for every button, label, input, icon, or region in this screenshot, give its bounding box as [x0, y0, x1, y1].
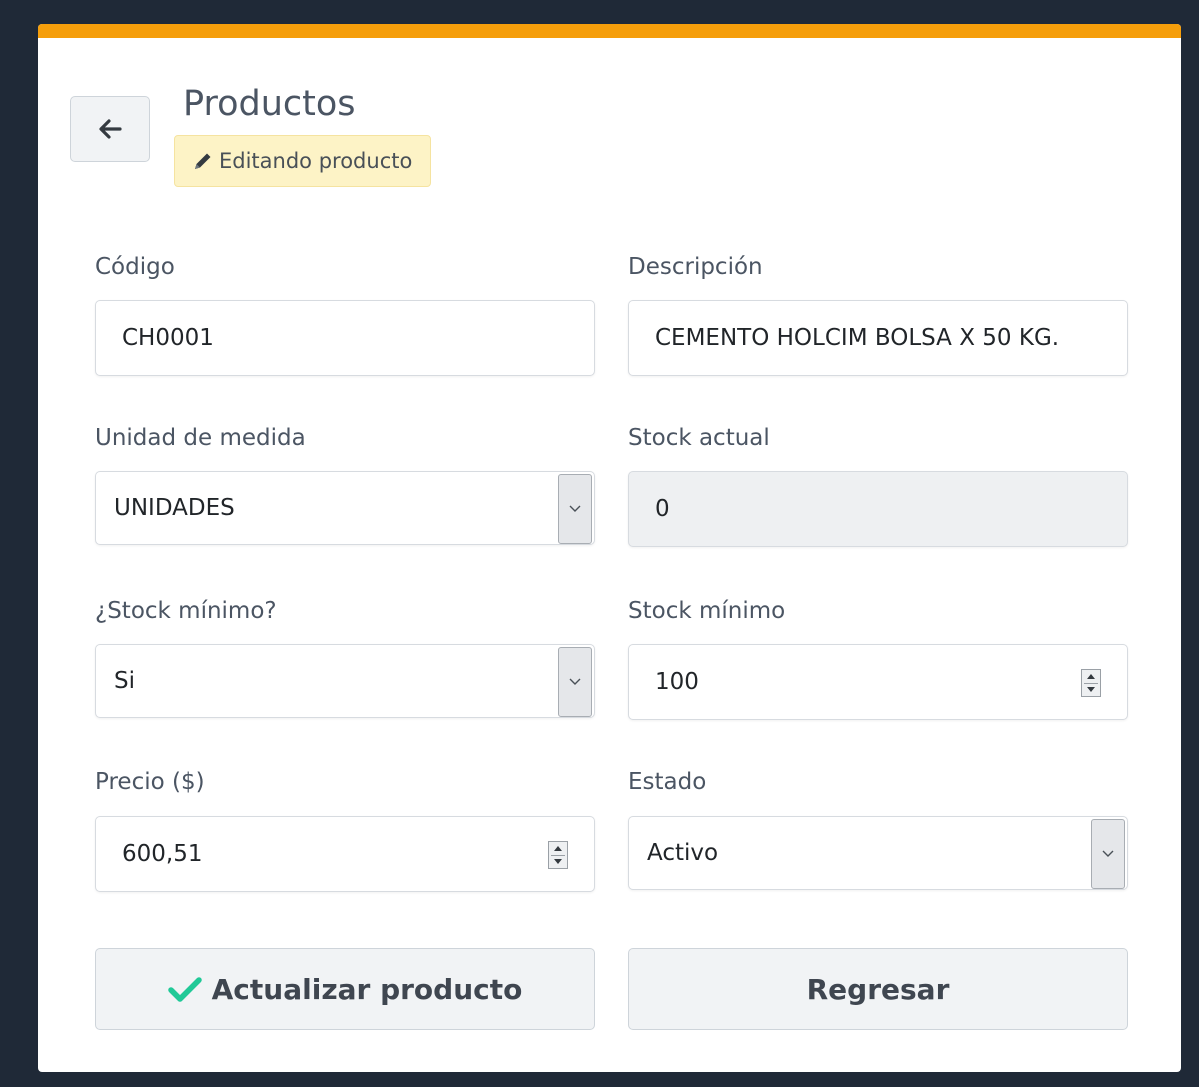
unidad-label: Unidad de medida: [95, 425, 306, 451]
stock-minimo-label: Stock mínimo: [628, 598, 786, 624]
stock-minimo-value: 100: [655, 669, 699, 695]
stock-minimo-flag-value: Si: [114, 668, 135, 694]
chevron-down-icon: [1102, 850, 1114, 857]
back-button[interactable]: Regresar: [628, 948, 1128, 1030]
estado-select[interactable]: Activo: [628, 816, 1128, 890]
descripcion-value: CEMENTO HOLCIM BOLSA X 50 KG.: [655, 325, 1060, 351]
spin-up-icon: [554, 846, 562, 851]
update-product-label: Actualizar producto: [211, 972, 523, 1006]
descripcion-input[interactable]: CEMENTO HOLCIM BOLSA X 50 KG.: [628, 300, 1128, 376]
estado-dropdown-toggle[interactable]: [1091, 819, 1125, 889]
update-product-button[interactable]: Actualizar producto: [95, 948, 595, 1030]
stock-minimo-input[interactable]: 100: [628, 644, 1128, 720]
spin-up-icon: [1087, 674, 1095, 679]
stock-minimo-flag-dropdown-toggle[interactable]: [558, 647, 592, 717]
stock-actual-field: 0: [628, 471, 1128, 547]
codigo-label: Código: [95, 254, 175, 280]
estado-label: Estado: [628, 769, 707, 795]
estado-value: Activo: [647, 840, 719, 866]
editing-status-badge: Editando producto: [174, 135, 432, 187]
back-button-label: Regresar: [806, 972, 950, 1006]
card-accent-bar: [38, 24, 1181, 38]
product-edit-card: Productos Editando producto Código CH000…: [38, 24, 1181, 1072]
spin-down-icon: [1087, 687, 1095, 692]
precio-spinner[interactable]: [548, 841, 568, 869]
stock-actual-label: Stock actual: [628, 425, 770, 451]
codigo-input[interactable]: CH0001: [95, 300, 595, 376]
back-arrow-button[interactable]: [70, 96, 150, 162]
stock-actual-value: 0: [655, 496, 670, 522]
precio-input[interactable]: 600,51: [95, 816, 595, 892]
precio-value: 600,51: [122, 841, 203, 867]
unidad-dropdown-toggle[interactable]: [558, 474, 592, 544]
unidad-value: UNIDADES: [114, 495, 235, 521]
badge-label: Editando producto: [219, 149, 413, 173]
pencil-icon: [195, 153, 211, 169]
check-icon: [167, 977, 202, 1002]
unidad-select[interactable]: UNIDADES: [95, 471, 595, 545]
precio-label: Precio ($): [95, 769, 205, 795]
arrow-left-icon: [99, 119, 122, 139]
chevron-down-icon: [569, 505, 581, 512]
page-title: Productos: [183, 84, 356, 124]
stock-minimo-flag-label: ¿Stock mínimo?: [95, 598, 277, 624]
descripcion-label: Descripción: [628, 254, 763, 280]
codigo-value: CH0001: [122, 325, 214, 351]
chevron-down-icon: [569, 678, 581, 685]
spin-down-icon: [554, 859, 562, 864]
stock-minimo-spinner[interactable]: [1081, 669, 1101, 697]
stock-minimo-flag-select[interactable]: Si: [95, 644, 595, 718]
